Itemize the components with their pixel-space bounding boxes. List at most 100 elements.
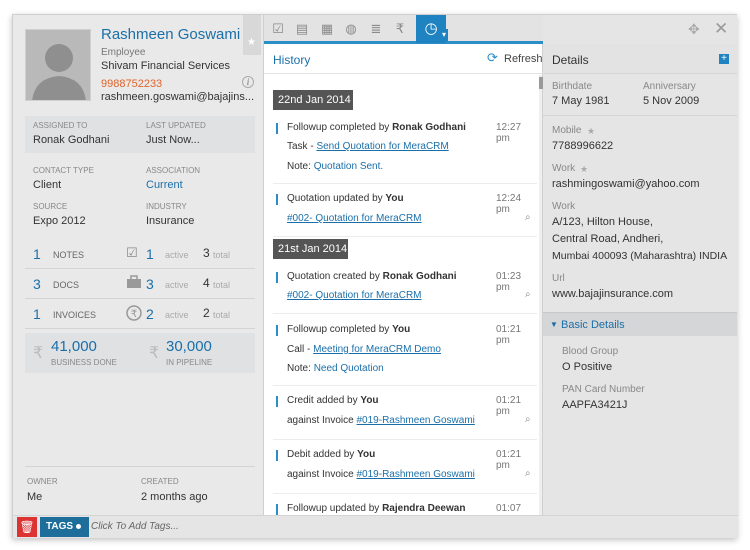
docs-count-row[interactable]: 3 DOCS 3 active 4 total bbox=[25, 271, 255, 299]
entry-summary: Credit added by You bbox=[287, 395, 379, 406]
industry-value: Insurance bbox=[146, 215, 195, 227]
history-entry: Followup updated by Rajendra Deewan 01:0… bbox=[273, 495, 537, 515]
add-icon[interactable]: + bbox=[719, 54, 729, 64]
entry-detail-prefix: Task - bbox=[287, 141, 314, 152]
refresh-icon[interactable]: ⟳ bbox=[487, 50, 498, 66]
activity-toolbar: ☑ ▤ ▦ ◍ ≣ ₹ ◷ ▾ bbox=[264, 15, 544, 44]
refresh-button[interactable]: Refresh bbox=[504, 53, 543, 65]
entry-marker bbox=[276, 504, 278, 515]
entry-summary: Debit added by You bbox=[287, 449, 375, 460]
move-icon[interactable]: ✥ bbox=[688, 21, 700, 38]
entry-note-link[interactable]: Need Quotation bbox=[314, 363, 384, 374]
entry-action: Debit added by bbox=[287, 449, 355, 460]
history-entry: Followup completed by Ronak Godhani 12:2… bbox=[273, 116, 537, 184]
blood-group-value: O Positive bbox=[562, 361, 613, 373]
entry-link[interactable]: #019-Rashmeen Goswami bbox=[357, 469, 475, 480]
star-icon[interactable]: ★ bbox=[587, 126, 595, 137]
entry-marker bbox=[276, 272, 278, 283]
entry-summary: Followup completed by Ronak Godhani bbox=[287, 122, 466, 133]
notes-active-label: active bbox=[165, 250, 189, 260]
zoom-icon[interactable]: ⌕ bbox=[525, 289, 531, 300]
notes-label: NOTES bbox=[53, 250, 85, 260]
basic-details-toggle[interactable]: ▼ Basic Details bbox=[543, 312, 737, 336]
checkbox-icon[interactable]: ☑ bbox=[268, 20, 288, 38]
address-line-1: A/123, Hilton House, bbox=[552, 216, 653, 228]
rupee-icon[interactable]: ₹ bbox=[390, 20, 410, 38]
trash-icon[interactable]: 🗑 bbox=[17, 517, 37, 537]
briefcase-icon[interactable]: ▦ bbox=[317, 20, 337, 38]
contact-company: Shivam Financial Services bbox=[101, 60, 230, 72]
zoom-icon[interactable]: ⌕ bbox=[525, 212, 531, 223]
entry-link[interactable]: #002- Quotation for MeraCRM bbox=[287, 290, 422, 301]
person-silhouette-icon bbox=[26, 30, 90, 100]
profile-header: Rashmeen Goswami Employee Shivam Financi… bbox=[13, 15, 263, 111]
entry-link[interactable]: #002- Quotation for MeraCRM bbox=[287, 213, 422, 224]
assignment-block: ASSIGNED TO Ronak Godhani LAST UPDATED J… bbox=[25, 116, 255, 153]
entry-actor: You bbox=[392, 324, 411, 335]
list-icon[interactable]: ≣ bbox=[366, 20, 386, 38]
entry-link[interactable]: Send Quotation for MeraCRM bbox=[316, 141, 448, 152]
pipeline-label: IN PIPELINE bbox=[166, 358, 213, 367]
entry-time: 01:07 pm bbox=[496, 503, 522, 515]
zoom-icon[interactable]: ⌕ bbox=[525, 414, 531, 425]
last-updated-label: LAST UPDATED bbox=[146, 121, 206, 130]
caret-down-icon: ▼ bbox=[550, 320, 558, 329]
business-done-label: BUSINESS DONE bbox=[51, 358, 117, 367]
entry-action: Followup completed by bbox=[287, 122, 390, 133]
history-title: History bbox=[273, 53, 311, 67]
svg-text:₹: ₹ bbox=[131, 309, 137, 320]
details-header: Details + bbox=[543, 44, 737, 74]
mobile-value[interactable]: 7788996622 bbox=[552, 140, 613, 152]
docs-active-count: 3 bbox=[146, 276, 154, 292]
favorite-bookmark[interactable]: ★ bbox=[243, 15, 261, 55]
info-icon[interactable]: i bbox=[242, 76, 254, 88]
entry-action: Quotation updated by bbox=[287, 193, 383, 204]
close-icon[interactable]: ✕ bbox=[714, 19, 728, 39]
entry-link[interactable]: #019-Rashmeen Goswami bbox=[357, 415, 475, 426]
window-controls: ✥ ✕ bbox=[684, 15, 737, 44]
contact-email[interactable]: rashmeen.goswami@bajajins... bbox=[101, 91, 254, 103]
industry-label: INDUSTRY bbox=[146, 202, 187, 211]
avatar[interactable] bbox=[25, 29, 91, 101]
birthdate-value: 7 May 1981 bbox=[552, 95, 610, 107]
entry-action: Quotation created by bbox=[287, 271, 380, 282]
notes-count-row[interactable]: 1 NOTES ☑ 1 active 3 total bbox=[25, 241, 255, 269]
contact-phone[interactable]: 9988752233 bbox=[101, 78, 162, 90]
more-menu-icon[interactable]: ▾ bbox=[440, 29, 448, 41]
work-email-value[interactable]: rashmingoswami@yahoo.com bbox=[552, 178, 700, 190]
history-panel: ☑ ▤ ▦ ◍ ≣ ₹ ◷ ▾ History ⟳ Refresh 22nd J… bbox=[263, 15, 544, 515]
details-panel: ✥ ✕ Details + Birthdate 7 May 1981 Anniv… bbox=[543, 15, 737, 515]
details-title: Details bbox=[552, 53, 589, 67]
notes-active-count: 1 bbox=[146, 246, 154, 262]
star-icon[interactable]: ★ bbox=[580, 164, 588, 175]
entry-detail-prefix: against Invoice bbox=[287, 415, 354, 426]
contact-role: Employee bbox=[101, 47, 146, 58]
entry-link[interactable]: Meeting for MeraCRM Demo bbox=[313, 344, 441, 355]
entry-detail: #002- Quotation for MeraCRM bbox=[287, 213, 422, 224]
docs-label: DOCS bbox=[53, 280, 80, 290]
entry-actor: You bbox=[385, 193, 404, 204]
tags-button[interactable]: TAGS bbox=[40, 517, 89, 537]
association-value[interactable]: Current bbox=[146, 179, 183, 191]
entry-detail-prefix: Call - bbox=[287, 344, 311, 355]
entry-note: Note: Quotation Sent. bbox=[287, 161, 383, 172]
add-tags-input[interactable]: Click To Add Tags... bbox=[91, 521, 179, 532]
contact-type-label: CONTACT TYPE bbox=[33, 166, 94, 175]
entry-actor: Rajendra Deewan bbox=[382, 503, 466, 514]
globe-icon[interactable]: ◍ bbox=[341, 20, 361, 38]
invoices-total-label: total bbox=[213, 310, 231, 320]
pan-label: PAN Card Number bbox=[562, 384, 645, 395]
invoices-count-row[interactable]: 1 INVOICES ₹ 2 active 2 total bbox=[25, 301, 255, 329]
zoom-icon[interactable]: ⌕ bbox=[525, 468, 531, 479]
note-icon[interactable]: ▤ bbox=[292, 20, 312, 38]
owner-label: OWNER bbox=[27, 477, 58, 486]
entry-actor: Ronak Godhani bbox=[382, 271, 457, 282]
url-value[interactable]: www.bajajinsurance.com bbox=[552, 288, 673, 300]
entry-action: Followup completed by bbox=[287, 324, 390, 335]
date-header: 22nd Jan 2014 bbox=[273, 90, 353, 110]
entry-marker bbox=[276, 194, 278, 205]
assigned-to-label: ASSIGNED TO bbox=[33, 121, 88, 130]
birthdate-label: Birthdate bbox=[552, 81, 593, 92]
entry-time: 12:24 pm bbox=[496, 193, 522, 215]
entry-note-link[interactable]: Quotation Sent. bbox=[314, 161, 384, 172]
